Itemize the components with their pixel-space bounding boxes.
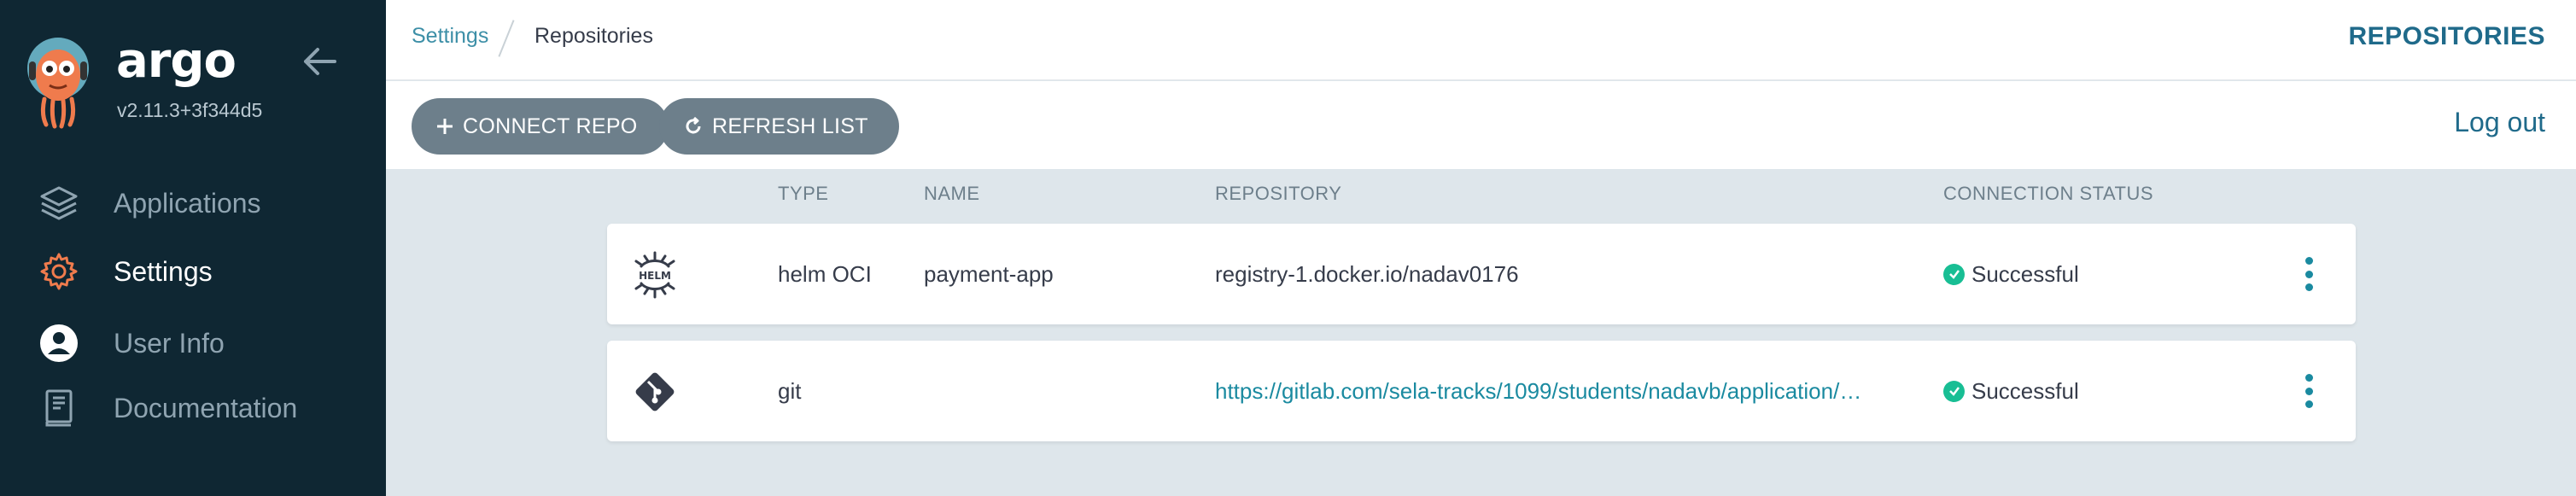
status-text: Successful bbox=[1971, 260, 2079, 287]
argo-logo-icon[interactable] bbox=[24, 36, 96, 130]
status-text: Successful bbox=[1971, 377, 2079, 404]
toolbar: CONNECT REPO REFRESH LIST Log out bbox=[386, 81, 2576, 169]
page-title: REPOSITORIES bbox=[2348, 22, 2545, 50]
refresh-icon bbox=[683, 116, 704, 137]
column-header-name: NAME bbox=[924, 183, 980, 204]
refresh-list-button[interactable]: REFRESH LIST bbox=[659, 98, 899, 155]
sidebar-item-user-info[interactable]: User Info bbox=[38, 318, 371, 369]
repo-url-link[interactable]: https://gitlab.com/sela-tracks/1099/stud… bbox=[1215, 341, 1890, 441]
success-check-icon bbox=[1943, 263, 1965, 285]
sidebar: argo v2.11.3+3f344d5 Applications Settin… bbox=[0, 0, 386, 496]
brand-name: argo bbox=[116, 33, 237, 89]
refresh-list-label: REFRESH LIST bbox=[712, 114, 868, 138]
connect-repo-button[interactable]: CONNECT REPO bbox=[412, 98, 669, 155]
sidebar-item-label: User Info bbox=[114, 327, 225, 359]
svg-text:HELM: HELM bbox=[639, 270, 671, 282]
row-menu-kebab-icon[interactable] bbox=[2302, 374, 2316, 408]
repo-name: payment-app bbox=[924, 260, 1054, 287]
column-header-repository: REPOSITORY bbox=[1215, 183, 1342, 204]
logout-link[interactable]: Log out bbox=[2454, 107, 2545, 138]
connection-status: Successful bbox=[1943, 224, 2079, 324]
top-bar: Settings Repositories REPOSITORIES bbox=[386, 0, 2576, 80]
column-header-connection-status: CONNECTION STATUS bbox=[1943, 183, 2154, 204]
breadcrumb-settings-link[interactable]: Settings bbox=[412, 24, 488, 49]
connect-repo-label: CONNECT REPO bbox=[463, 114, 638, 138]
sidebar-item-documentation[interactable]: Documentation bbox=[38, 382, 371, 434]
gear-icon bbox=[38, 250, 80, 293]
sidebar-item-label: Settings bbox=[114, 255, 213, 287]
column-header-type: TYPE bbox=[778, 183, 829, 204]
layers-icon bbox=[38, 182, 80, 225]
success-check-icon bbox=[1943, 380, 1965, 402]
sidebar-item-settings[interactable]: Settings bbox=[38, 246, 371, 297]
breadcrumb-separator bbox=[498, 20, 515, 57]
collapse-sidebar-arrow-icon[interactable] bbox=[301, 43, 338, 80]
sidebar-item-label: Documentation bbox=[114, 392, 298, 423]
repo-type: git bbox=[778, 377, 802, 404]
repo-url: registry-1.docker.io/nadav0176 bbox=[1215, 260, 1519, 287]
table-row[interactable]: git https://gitlab.com/sela-tracks/1099/… bbox=[607, 341, 2356, 441]
version-label: v2.11.3+3f344d5 bbox=[117, 99, 263, 121]
breadcrumb-current: Repositories bbox=[534, 24, 653, 48]
sidebar-item-label: Applications bbox=[114, 187, 261, 219]
connection-status: Successful bbox=[1943, 341, 2079, 441]
user-circle-icon bbox=[38, 322, 80, 365]
row-menu-kebab-icon[interactable] bbox=[2302, 257, 2316, 291]
helm-icon: HELM bbox=[631, 251, 679, 299]
book-icon bbox=[38, 387, 80, 429]
git-icon bbox=[631, 368, 679, 416]
table-row[interactable]: HELM helm OCI payment-app registry-1.doc… bbox=[607, 224, 2356, 324]
repo-type: helm OCI bbox=[778, 260, 872, 287]
plus-icon bbox=[435, 117, 454, 136]
sidebar-item-applications[interactable]: Applications bbox=[38, 178, 371, 229]
